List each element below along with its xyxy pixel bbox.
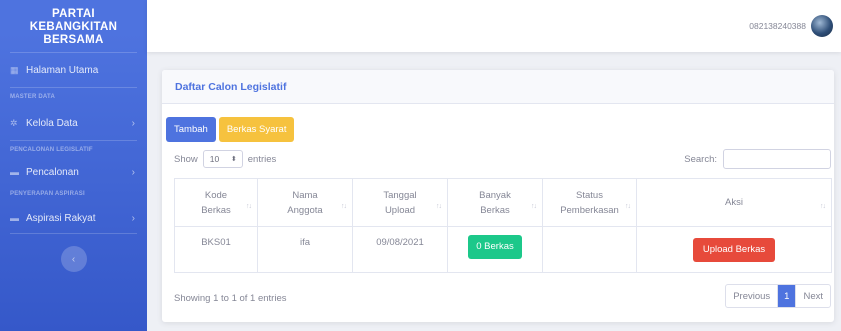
header-line: Status bbox=[576, 189, 603, 201]
sidebar-item-kelola-data[interactable]: ✲ Kelola Data › bbox=[0, 106, 147, 140]
column-header-aksi[interactable]: Aksi ↑↓ bbox=[636, 178, 832, 227]
berkas-count-button[interactable]: 0 Berkas bbox=[468, 235, 522, 259]
pagination: Previous 1 Next bbox=[725, 284, 831, 308]
sidebar-heading-aspirasi: PENYERAPAN ASPIRASI bbox=[10, 191, 85, 197]
header-line: Nama bbox=[292, 189, 318, 201]
pagination-previous[interactable]: Previous bbox=[726, 285, 779, 307]
header-line: Kode bbox=[204, 189, 228, 201]
header-line: Tanggal bbox=[383, 189, 417, 201]
sidebar-heading-master-data: MASTER DATA bbox=[10, 94, 55, 100]
sidebar-item-label: Pencalonan bbox=[26, 166, 79, 178]
search-control: Search: bbox=[684, 149, 831, 169]
candidate-list-card: Daftar Calon Legislatif Tambah Berkas Sy… bbox=[162, 70, 834, 322]
table-header-row: Kode Berkas ↑↓ Nama Anggota ↑↓ Tanggal Upload… bbox=[174, 178, 832, 227]
gear-icon: ✲ bbox=[10, 117, 18, 128]
chevron-right-icon: › bbox=[131, 166, 135, 178]
chevron-right-icon: › bbox=[131, 117, 135, 129]
column-header-tanggal-upload[interactable]: Tanggal Upload ↑↓ bbox=[352, 178, 448, 227]
column-header-banyak-berkas[interactable]: Banyak Berkas ↑↓ bbox=[447, 178, 543, 227]
sidebar-item-pencalonan[interactable]: ▬ Pencalonan › bbox=[0, 159, 147, 185]
cell-tanggal: 09/08/2021 bbox=[352, 226, 448, 273]
cell-nama: ifa bbox=[257, 226, 353, 273]
user-menu[interactable]: 082138240388 bbox=[749, 15, 833, 37]
table-row: BKS01 ifa 09/08/2021 0 Berkas Upload Ber… bbox=[174, 226, 832, 273]
pagination-page-1[interactable]: 1 bbox=[778, 285, 797, 307]
show-label: Show bbox=[174, 153, 198, 165]
sort-icon: ↑↓ bbox=[436, 203, 442, 210]
action-buttons: Tambah Berkas Syarat bbox=[166, 117, 297, 142]
tambah-button[interactable]: Tambah bbox=[166, 117, 216, 142]
table-info: Showing 1 to 1 of 1 entries bbox=[174, 293, 287, 304]
header-line: Anggota bbox=[287, 204, 323, 216]
search-input[interactable] bbox=[723, 149, 831, 169]
folder-icon: ▬ bbox=[10, 213, 19, 223]
header-line: Aksi bbox=[725, 197, 743, 208]
sidebar-toggle-button[interactable]: ‹ bbox=[60, 246, 87, 272]
header-line: Berkas bbox=[480, 204, 510, 216]
topbar: 082138240388 bbox=[147, 0, 841, 52]
sidebar-heading-pencalonan: PENCALONAN LEGISLATIF bbox=[10, 147, 93, 153]
column-header-kode-berkas[interactable]: Kode Berkas ↑↓ bbox=[174, 178, 258, 227]
entries-length-control: Show 10 ⬍ entries bbox=[174, 150, 276, 168]
cell-aksi: Upload Berkas bbox=[636, 226, 832, 273]
candidate-table: Kode Berkas ↑↓ Nama Anggota ↑↓ Tanggal Upload… bbox=[174, 178, 832, 273]
header-line: Upload bbox=[384, 204, 416, 216]
header-line: Pemberkasan bbox=[560, 204, 619, 216]
berkas-syarat-button[interactable]: Berkas Syarat bbox=[218, 117, 295, 142]
sort-icon: ↑↓ bbox=[531, 203, 537, 210]
brand-line-3: BERSAMA bbox=[43, 33, 104, 46]
entries-value: 10 bbox=[209, 154, 220, 164]
avatar bbox=[811, 15, 833, 37]
sort-icon: ↑↓ bbox=[246, 203, 252, 210]
sidebar-item-halaman-utama[interactable]: ▦ Halaman Utama bbox=[0, 53, 147, 87]
sidebar-item-label: Kelola Data bbox=[26, 117, 78, 129]
sort-icon: ↑↓ bbox=[341, 203, 347, 210]
search-label: Search: bbox=[684, 153, 717, 165]
entries-label: entries bbox=[247, 153, 277, 165]
pagination-next[interactable]: Next bbox=[796, 285, 830, 307]
dashboard-icon: ▦ bbox=[10, 64, 19, 75]
sidebar-item-label: Halaman Utama bbox=[26, 64, 99, 76]
cell-banyak: 0 Berkas bbox=[447, 226, 543, 273]
sidebar-item-label: Aspirasi Rakyat bbox=[26, 212, 96, 224]
header-line: Berkas bbox=[201, 204, 231, 216]
sort-icon: ↑↓ bbox=[625, 203, 631, 210]
entries-select[interactable]: 10 ⬍ bbox=[202, 150, 243, 168]
select-arrows-icon: ⬍ bbox=[230, 156, 237, 163]
header-line: Banyak bbox=[479, 189, 511, 201]
card-title: Daftar Calon Legislatif bbox=[162, 70, 834, 104]
sidebar-divider bbox=[10, 233, 137, 234]
folder-icon: ▬ bbox=[10, 167, 19, 177]
chevron-right-icon: › bbox=[131, 212, 135, 224]
sidebar-brand[interactable]: PARTAI KEBANGKITAN BERSAMA bbox=[0, 0, 147, 52]
column-header-nama-anggota[interactable]: Nama Anggota ↑↓ bbox=[257, 178, 353, 227]
chevron-left-icon: ‹ bbox=[71, 253, 76, 265]
sort-icon: ↑↓ bbox=[820, 203, 826, 210]
sidebar: PARTAI KEBANGKITAN BERSAMA ▦ Halaman Uta… bbox=[0, 0, 147, 331]
cell-kode: BKS01 bbox=[174, 226, 258, 273]
column-header-status-pemberkasan[interactable]: Status Pemberkasan ↑↓ bbox=[542, 178, 637, 227]
user-name: 082138240388 bbox=[749, 21, 806, 31]
upload-berkas-button[interactable]: Upload Berkas bbox=[692, 237, 776, 262]
brand-line-2: KEBANGKITAN bbox=[29, 20, 118, 33]
sidebar-item-aspirasi-rakyat[interactable]: ▬ Aspirasi Rakyat › bbox=[0, 203, 147, 233]
brand-line-1: PARTAI bbox=[52, 7, 95, 20]
cell-status bbox=[542, 226, 637, 273]
